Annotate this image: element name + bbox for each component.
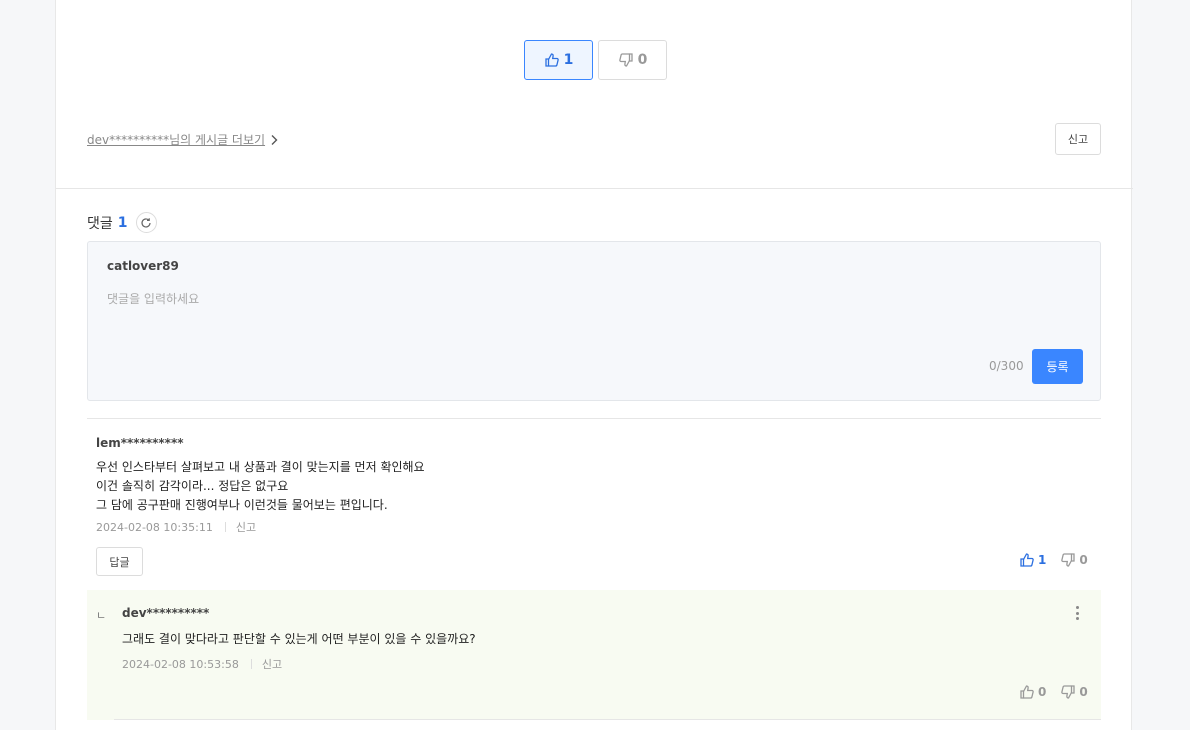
post-vote-row: 1 0 [524,40,667,80]
thumbs-down-icon [618,53,633,67]
comments-separator [87,418,1101,419]
comment-item: lem********** 우선 인스타부터 살펴보고 내 상품과 결이 맞는지… [96,436,1096,535]
post-card: 1 0 dev**********님의 게시글 더보기 신고 댓글 1 catl… [55,0,1133,730]
reply-bottom-line [114,719,1101,720]
submit-comment-button[interactable]: 등록 [1032,349,1083,384]
refresh-button[interactable] [135,212,157,233]
editor-username: catlover89 [107,259,179,273]
post-dislike-count: 0 [637,52,648,68]
reply-report-link[interactable]: 신고 [262,656,282,672]
comment-like-count: 1 [1038,553,1047,567]
reply-timestamp: 2024-02-08 10:53:58 [122,657,239,671]
comments-count: 1 [117,214,128,231]
reply-meta: 2024-02-08 10:53:58 신고 [122,656,282,672]
thumbs-down-icon [1061,685,1076,699]
kebab-menu-icon[interactable] [1072,604,1082,622]
char-counter: 0/300 [989,359,1024,373]
post-report-button[interactable]: 신고 [1055,123,1101,155]
section-divider [56,188,1133,189]
reply-author: dev********** [122,606,210,620]
comment-timestamp: 2024-02-08 10:35:11 [96,520,213,534]
comment-reactions: 1 0 [1019,552,1088,568]
refresh-icon [141,217,151,228]
thumbs-up-icon [544,53,559,67]
reply-dislike-button[interactable]: 0 [1060,684,1088,700]
post-dislike-button[interactable]: 0 [598,40,667,80]
reply-reactions: 0 0 [1019,684,1088,700]
thumbs-up-icon [1020,685,1034,699]
reply-like-count: 0 [1038,685,1047,699]
comments-title: 댓글 [87,215,113,232]
comment-editor: catlover89 댓글을 입력하세요 0/300 등록 [87,241,1101,401]
reply-like-button[interactable]: 0 [1019,684,1046,700]
reply-body: 그래도 결이 맞다라고 판단할 수 있는게 어떤 부분이 있을 수 있을까요? [122,632,476,646]
more-posts-label[interactable]: dev**********님의 게시글 더보기 [87,131,265,148]
comment-report-link[interactable]: 신고 [236,519,256,535]
chevron-right-icon [271,134,278,145]
comment-line: 이건 솔직히 감각이라... 정답은 없구요 [96,479,289,493]
reply-indent-marker: ㄴ [96,609,107,622]
comment-dislike-button[interactable]: 0 [1060,552,1088,568]
comment-body: 우선 인스타부터 살펴보고 내 상품과 결이 맞는지를 먼저 확인해요 이건 솔… [96,458,1096,515]
comments-header: 댓글 1 [87,212,157,233]
thumbs-down-icon [1061,553,1076,567]
meta-divider [250,659,252,669]
comment-line: 우선 인스타부터 살펴보고 내 상품과 결이 맞는지를 먼저 확인해요 [96,460,425,474]
reply-item: ㄴ dev********** 그래도 결이 맞다라고 판단할 수 있는게 어떤… [87,590,1101,720]
comment-dislike-count: 0 [1079,553,1088,567]
comment-like-button[interactable]: 1 [1019,552,1046,568]
comment-input[interactable]: 댓글을 입력하세요 [107,290,199,307]
comment-author: lem********** [96,436,184,450]
reply-dislike-count: 0 [1079,685,1088,699]
post-like-count: 1 [563,52,574,68]
thumbs-up-icon [1020,553,1034,567]
more-posts-link[interactable]: dev**********님의 게시글 더보기 [87,131,279,148]
comment-meta: 2024-02-08 10:35:11 신고 [96,519,1096,535]
post-like-button[interactable]: 1 [524,40,593,80]
reply-button[interactable]: 답글 [96,547,143,576]
comment-line: 그 담에 공구판매 진행여부나 이런것들 물어보는 편입니다. [96,498,388,512]
meta-divider [224,522,226,532]
